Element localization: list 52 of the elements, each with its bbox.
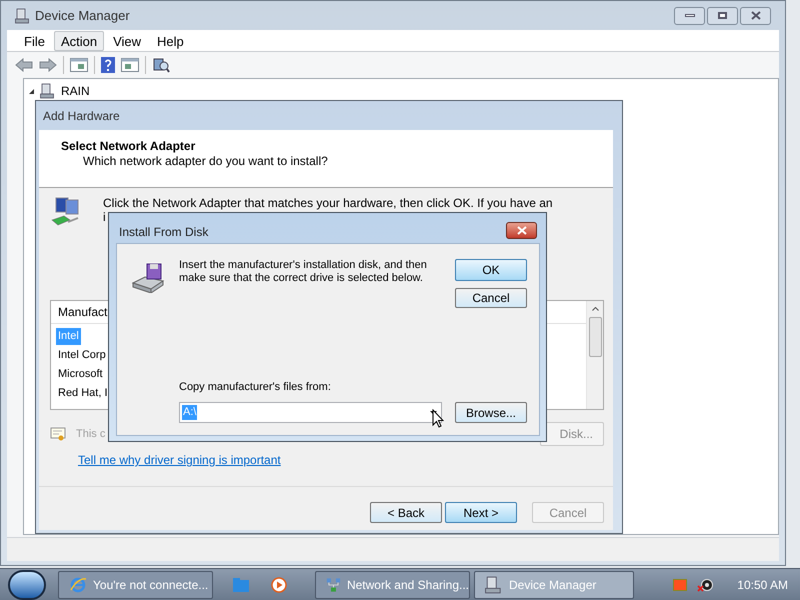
browse-button[interactable]: Browse... [455, 402, 527, 423]
maximize-button[interactable] [707, 6, 738, 24]
menu-item[interactable]: View [106, 30, 148, 50]
signing-link[interactable]: Tell me why driver signing is important [78, 453, 281, 467]
dialog-button[interactable]: Cancel [455, 288, 527, 308]
wizard-button[interactable]: < Back [370, 502, 442, 523]
menu-item[interactable]: Help [150, 30, 191, 50]
tree-item[interactable]: RAIN [61, 82, 90, 100]
wizard-button[interactable]: Next > [445, 502, 517, 523]
wizard-subheading: Which network adapter do you want to install? [82, 154, 329, 169]
instruction-text: Click the Network Adapter that matches your hardware, then click OK. If you have an [103, 196, 553, 210]
browser-icon [69, 576, 87, 594]
list-item[interactable]: Microsoft [56, 366, 105, 383]
cursor-icon [432, 409, 444, 428]
copy-from-label: Copy manufacturer's files from: [179, 381, 332, 394]
column-header[interactable]: Manufact [58, 303, 108, 321]
close-icon [750, 11, 760, 20]
path-value: A:\ [182, 405, 198, 420]
computer-icon [15, 8, 31, 24]
menu-item[interactable]: Action [54, 30, 104, 50]
back-arrow-icon [15, 58, 33, 72]
expanded-triangle-icon[interactable] [28, 88, 35, 94]
wizard-heading: Select Network Adapter [61, 139, 196, 154]
forward-arrow-icon [39, 58, 57, 72]
signing-note: This c [76, 426, 106, 442]
dialog-title: Install From Disk [119, 224, 208, 241]
scan-hardware-icon [152, 57, 170, 73]
close-icon [516, 226, 526, 235]
list-item[interactable]: Red Hat, I [56, 385, 110, 402]
network-icon [326, 576, 341, 594]
close-button[interactable] [740, 6, 771, 24]
certificate-icon [50, 426, 66, 442]
help-icon [101, 57, 115, 73]
dialog-message: Insert the manufacturer's installation disk, and then make sure that the correct drive is selected below. [179, 259, 428, 286]
scrollbar[interactable] [586, 301, 603, 409]
floppy-drive-icon [131, 263, 165, 293]
menu-item[interactable]: File [17, 30, 52, 50]
close-button[interactable] [506, 222, 537, 239]
pane-icon [121, 58, 139, 72]
list-item[interactable]: Intel Corp [56, 347, 108, 364]
speaker-muted-icon[interactable] [697, 576, 714, 592]
start-button[interactable] [8, 570, 46, 600]
scroll-up-icon[interactable] [592, 307, 598, 311]
instruction-text: i [103, 210, 106, 224]
dialog-button[interactable]: OK [455, 259, 527, 281]
clock[interactable]: 10:50 AM [737, 576, 788, 594]
window-title: Device Manager [35, 6, 130, 25]
minimize-button[interactable] [674, 6, 705, 24]
media-player-icon[interactable] [271, 576, 287, 592]
pane-icon [70, 58, 88, 72]
dialog-title: Add Hardware [43, 108, 120, 124]
computer-icon [485, 576, 503, 594]
